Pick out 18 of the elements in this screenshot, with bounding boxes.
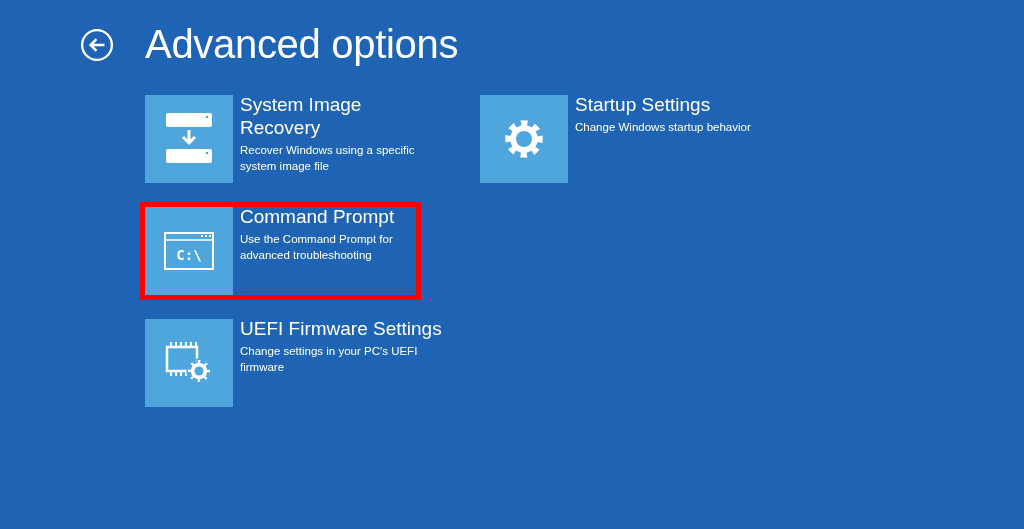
option-tile[interactable]: C:\ Command Prompt Use the Command Prompt for advanced troubleshooting: [145, 207, 416, 295]
option-description: Change Windows startup behavior: [575, 120, 752, 135]
option-title: Startup Settings: [575, 93, 712, 116]
terminal-window-icon: C:\: [164, 232, 214, 270]
option-title: System Image Recovery: [240, 93, 363, 139]
option-title: Command Prompt: [240, 205, 396, 228]
chip-gear-icon: [165, 341, 213, 385]
option-description: Use the Command Prompt for advanced troubleshooting: [240, 232, 394, 263]
option-tile[interactable]: Startup Settings Change Windows startup behavior: [480, 95, 780, 183]
option-description: Change settings in your PC's UEFI firmware: [240, 344, 419, 375]
back-button[interactable]: [80, 27, 114, 62]
option-tile[interactable]: System Image Recovery Recover Windows using a specific system image file: [145, 95, 445, 183]
page-title: Advanced options: [145, 22, 459, 67]
drive-download-icon: [166, 113, 212, 165]
option-title: UEFI Firmware Settings: [240, 317, 443, 340]
option-description: Recover Windows using a specific system image file: [240, 143, 416, 174]
gear-icon: [504, 119, 544, 159]
option-tile[interactable]: UEFI Firmware Settings Change settings in your PC's UEFI firmware: [145, 319, 445, 407]
